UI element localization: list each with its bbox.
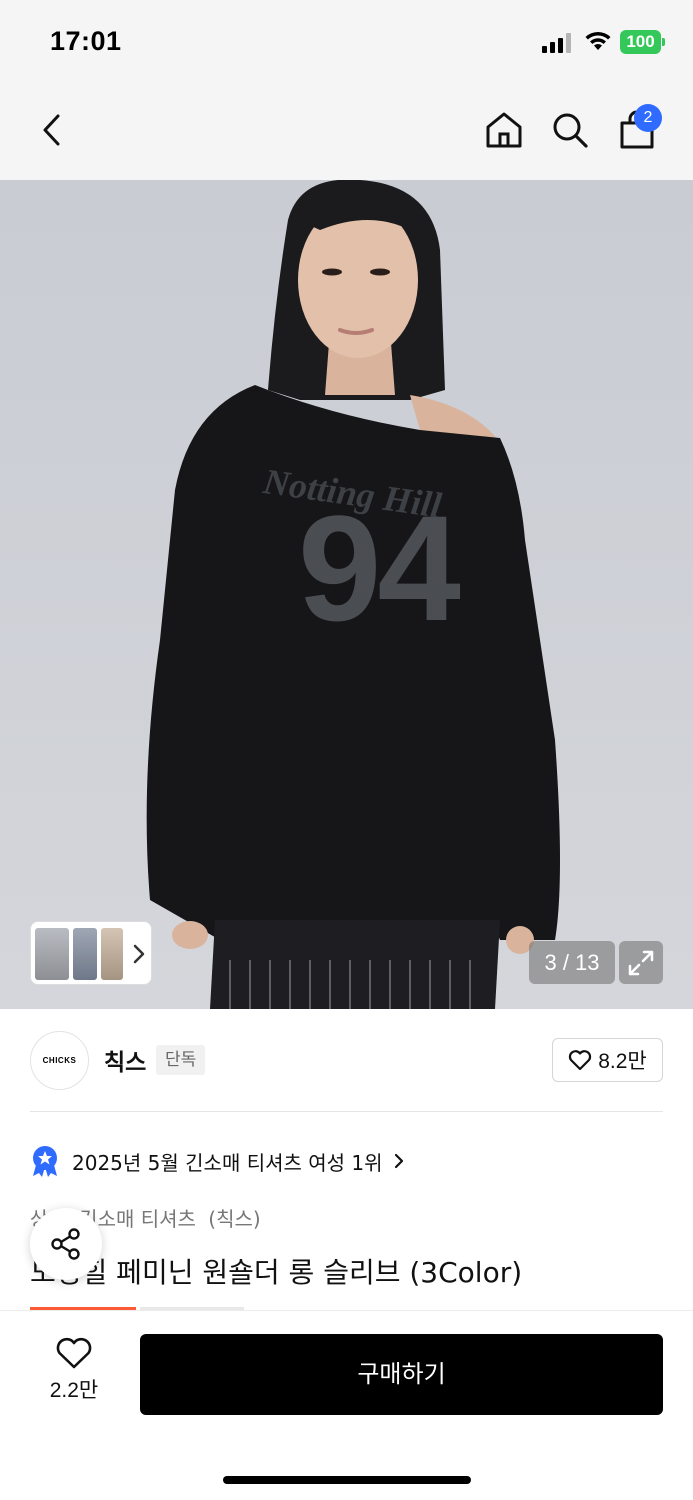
brand-like-count: 8.2만	[598, 1050, 647, 1073]
model-photo: 94 Notting Hill	[0, 180, 693, 1009]
product-like-button[interactable]: 2.2만	[30, 1336, 118, 1416]
brand-name[interactable]: 칙스	[104, 1043, 146, 1077]
wifi-icon	[585, 31, 611, 50]
chevron-right-icon	[394, 1153, 403, 1169]
category-brand[interactable]: (칙스)	[208, 1207, 260, 1231]
ranking-link[interactable]: 2025년 5월 긴소매 티셔츠 여성 1위	[30, 1144, 405, 1178]
image-counter: 3 / 13	[529, 941, 615, 984]
expand-icon	[628, 950, 654, 975]
back-icon[interactable]	[30, 108, 74, 152]
home-icon[interactable]	[482, 108, 526, 152]
heart-icon	[56, 1337, 92, 1369]
expand-button[interactable]	[619, 941, 663, 984]
brand-like-button[interactable]: 8.2만	[552, 1038, 663, 1082]
share-button[interactable]	[30, 1208, 102, 1280]
product-image[interactable]: 94 Notting Hill	[0, 180, 693, 1009]
thumbnail-3[interactable]	[101, 928, 123, 980]
buy-button[interactable]: 구매하기	[140, 1334, 663, 1415]
home-indicator	[223, 1476, 471, 1484]
share-icon	[51, 1228, 80, 1260]
top-nav-bar	[0, 84, 693, 180]
chevron-right-icon[interactable]	[131, 940, 147, 968]
brand-logo-text: CHICKS	[42, 1056, 77, 1065]
thumbnail-strip[interactable]	[30, 921, 152, 985]
divider	[30, 1111, 663, 1112]
battery-icon: 100	[620, 30, 666, 54]
cart-count-badge: 2	[634, 104, 662, 132]
cellular-signal-icon	[542, 33, 571, 53]
status-time: 17:01	[50, 26, 122, 56]
thumbnail-2[interactable]	[73, 928, 97, 980]
product-title: 노팅힐 페미닌 원숄더 롱 슬리브 (3Color)	[30, 1256, 523, 1289]
brand-logo[interactable]: CHICKS	[30, 1031, 89, 1090]
battery-level: 100	[620, 30, 661, 54]
exclusive-tag: 단독	[156, 1045, 206, 1075]
search-icon[interactable]	[548, 108, 592, 152]
thumbnail-1[interactable]	[35, 928, 69, 980]
status-bar: 17:01 100	[0, 0, 693, 84]
product-like-count: 2.2만	[49, 1379, 99, 1402]
ranking-badge-icon	[33, 1146, 57, 1177]
ranking-text: 2025년 5월 긴소매 티셔츠 여성 1위	[72, 1150, 383, 1175]
heart-icon	[569, 1050, 592, 1071]
